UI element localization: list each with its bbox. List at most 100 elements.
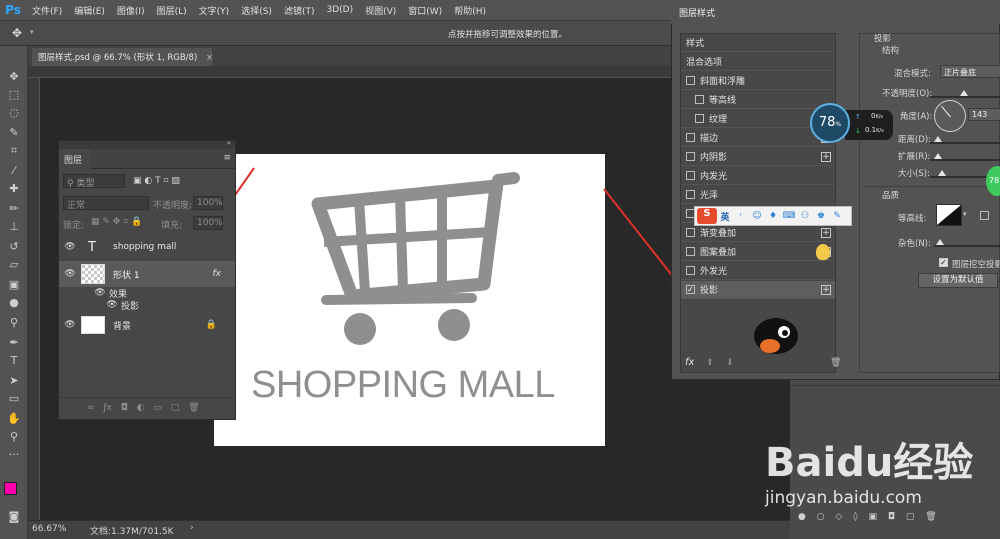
fx-menu-button[interactable]: fx xyxy=(685,357,694,368)
visibility-eye-icon[interactable]: 👁 xyxy=(63,242,77,252)
brush-tool-icon[interactable]: ✏ xyxy=(7,202,21,216)
history-brush-icon[interactable]: ↺ xyxy=(7,240,21,254)
menu-select[interactable]: 选择(S) xyxy=(235,4,278,17)
move-up-icon[interactable]: ⬆ xyxy=(706,358,714,368)
style-item[interactable]: 光泽 xyxy=(681,186,835,204)
healing-tool-icon[interactable]: ✚ xyxy=(7,182,21,196)
lasso-tool-icon[interactable]: ◌ xyxy=(7,106,21,120)
style-item[interactable]: 内阴影 + xyxy=(681,148,835,166)
style-checkbox[interactable]: ✓ xyxy=(686,285,695,294)
gradient-tool-icon[interactable]: ▣ xyxy=(7,278,21,292)
collapse-icon[interactable]: « xyxy=(227,139,231,147)
visibility-eye-icon[interactable]: 👁 xyxy=(105,300,119,310)
menu-help[interactable]: 帮助(H) xyxy=(448,4,492,17)
fx-badge[interactable]: fx xyxy=(213,269,222,279)
layer-row-text[interactable]: 👁 T shopping mall xyxy=(59,235,235,259)
menu-3d[interactable]: 3D(D) xyxy=(320,5,359,15)
move-down-icon[interactable]: ⬇ xyxy=(726,358,734,368)
eraser-tool-icon[interactable]: ▱ xyxy=(7,258,21,272)
menu-layer[interactable]: 图层(L) xyxy=(151,4,193,17)
fill-field[interactable]: 100% xyxy=(193,216,223,230)
canvas[interactable]: SHOPPING MALL xyxy=(214,154,605,446)
add-style-icon[interactable]: + xyxy=(821,284,831,295)
type-tool-icon[interactable]: T xyxy=(7,354,21,368)
menu-image[interactable]: 图像(I) xyxy=(111,4,151,17)
style-item[interactable]: 混合选项 xyxy=(681,53,835,71)
eyedropper-tool-icon[interactable]: ⁄ xyxy=(7,164,21,178)
stamp-tool-icon[interactable]: ⊥ xyxy=(7,220,21,234)
angle-field[interactable]: 143 xyxy=(968,108,1000,121)
blend-mode-select[interactable]: 正片叠底 xyxy=(940,65,1000,78)
menu-filter[interactable]: 滤镜(T) xyxy=(278,4,321,17)
menu-file[interactable]: 文件(F) xyxy=(26,4,68,17)
dodge-tool-icon[interactable]: ⚲ xyxy=(7,316,21,330)
style-item[interactable]: 渐变叠加 + xyxy=(681,224,835,242)
style-item[interactable]: 斜面和浮雕 xyxy=(681,72,835,90)
style-checkbox[interactable] xyxy=(686,152,695,161)
style-item[interactable]: 样式 xyxy=(681,34,835,52)
style-checkbox[interactable] xyxy=(686,171,695,180)
panel-menu-icon[interactable]: ≡ xyxy=(223,153,231,163)
wrench-icon[interactable]: ✎ xyxy=(829,211,845,221)
lightbulb-icon[interactable] xyxy=(816,244,830,260)
set-default-button[interactable]: 设置为默认值 xyxy=(918,273,998,288)
emoji-icon[interactable]: ☺ xyxy=(749,211,765,221)
close-icon[interactable]: × xyxy=(206,53,213,63)
style-checkbox[interactable] xyxy=(695,114,704,123)
opacity-slider[interactable] xyxy=(930,96,1000,98)
style-checkbox[interactable] xyxy=(686,190,695,199)
style-checkbox[interactable] xyxy=(686,76,695,85)
menu-view[interactable]: 视图(V) xyxy=(359,4,402,17)
lock-icons[interactable]: ▦ ✎ ✥ ⌗ 🔒 xyxy=(91,217,142,227)
style-checkbox[interactable] xyxy=(686,228,695,237)
style-item[interactable]: 图案叠加+ xyxy=(681,243,835,261)
pen-tool-icon[interactable]: ✒ xyxy=(7,336,21,350)
quick-mask-icon[interactable]: ◙ xyxy=(7,510,21,524)
menu-type[interactable]: 文字(Y) xyxy=(193,4,236,17)
style-checkbox[interactable] xyxy=(686,266,695,275)
menu-edit[interactable]: 编辑(E) xyxy=(68,4,111,17)
menu-window[interactable]: 窗口(W) xyxy=(402,4,448,17)
move-tool-icon[interactable]: ✥ xyxy=(12,26,22,40)
sogou-logo[interactable]: S xyxy=(697,208,717,224)
chevron-down-icon[interactable]: ▾ xyxy=(963,210,967,218)
hand-tool-icon[interactable]: ✋ xyxy=(7,412,21,426)
add-style-icon[interactable]: + xyxy=(821,227,831,238)
opacity-field[interactable]: 100% xyxy=(193,196,223,210)
drop-shadow-row[interactable]: 👁 投影 xyxy=(59,298,235,312)
layer-filter-select[interactable]: ⚲ 类型 xyxy=(63,174,125,189)
style-item[interactable]: 内发光 xyxy=(681,167,835,185)
noise-slider[interactable] xyxy=(934,245,1000,247)
angle-dial[interactable] xyxy=(934,100,966,132)
tool-preset-chevron-icon[interactable]: ▾ xyxy=(30,28,34,36)
visibility-eye-icon[interactable]: 👁 xyxy=(63,320,77,330)
move-tool-icon[interactable]: ✥ xyxy=(7,70,21,84)
layer-row-background[interactable]: 👁 背景 🔒 xyxy=(59,313,235,337)
style-item[interactable]: 外发光 xyxy=(681,262,835,280)
size-slider-knob[interactable] xyxy=(938,170,946,176)
add-style-icon[interactable]: + xyxy=(821,151,831,162)
style-item[interactable]: 等高线 xyxy=(681,91,835,109)
layers-footer-icons[interactable]: ∞ ƒx ◘ ◐ ▭ ▢ 🗑 xyxy=(59,397,235,419)
marquee-tool-icon[interactable]: ⬚ xyxy=(7,88,21,102)
style-checkbox[interactable] xyxy=(686,133,695,142)
path-select-tool-icon[interactable]: ➤ xyxy=(7,374,21,388)
crop-tool-icon[interactable]: ⌗ xyxy=(7,144,21,158)
visibility-eye-icon[interactable]: 👁 xyxy=(63,269,77,279)
trash-icon[interactable]: 🗑 xyxy=(830,358,841,368)
style-checkbox[interactable] xyxy=(695,95,704,104)
status-menu-chevron-icon[interactable]: › xyxy=(190,523,194,533)
blend-mode-select[interactable]: 正常 xyxy=(63,196,149,211)
anti-alias-checkbox[interactable] xyxy=(980,211,989,220)
zoom-tool-icon[interactable]: ⚲ xyxy=(7,430,21,444)
microphone-icon[interactable]: ♦ xyxy=(765,211,781,221)
zoom-level[interactable]: 66.67% xyxy=(32,524,66,534)
layer-row-shape[interactable]: 👁 形状 1 fx xyxy=(59,261,235,287)
rectangle-tool-icon[interactable]: ▭ xyxy=(7,392,21,406)
toolbox-icon[interactable]: ⚇ xyxy=(797,211,813,221)
blur-tool-icon[interactable]: ● xyxy=(7,296,21,310)
ime-language[interactable]: 英 xyxy=(717,210,733,223)
tab-layers[interactable]: 图层 xyxy=(59,149,91,169)
visibility-eye-icon[interactable]: 👁 xyxy=(93,288,107,298)
style-checkbox[interactable] xyxy=(686,247,695,256)
